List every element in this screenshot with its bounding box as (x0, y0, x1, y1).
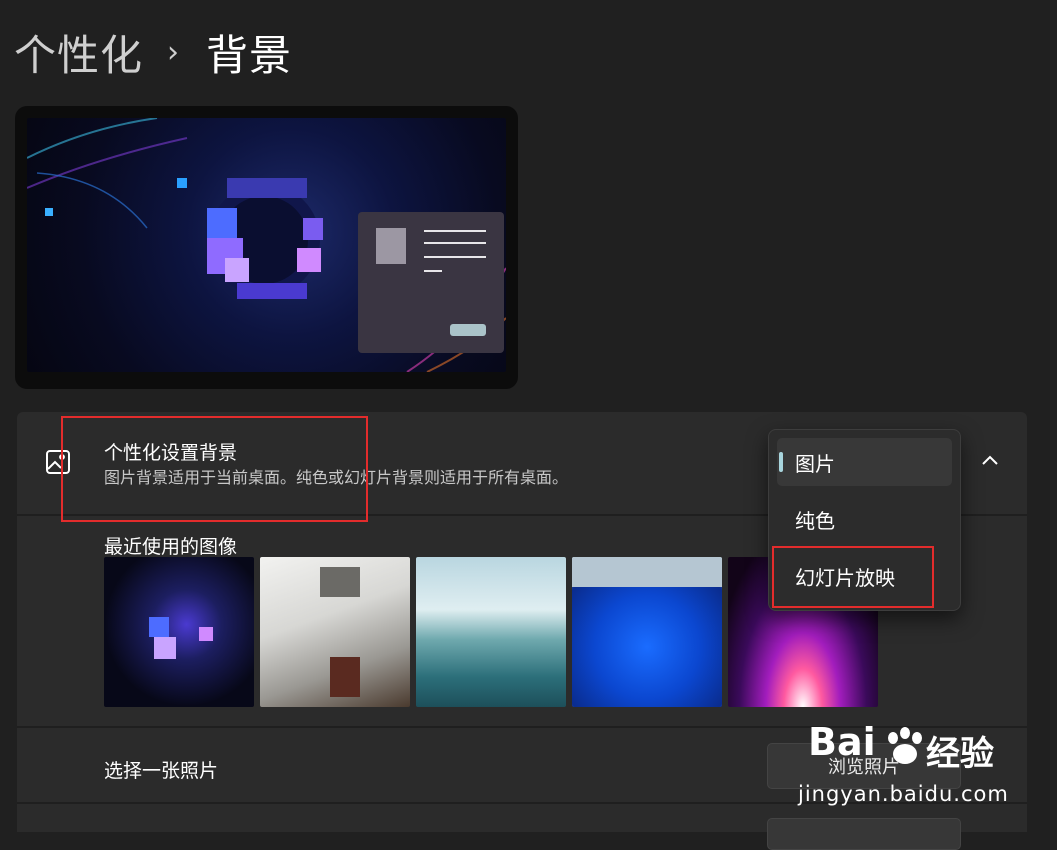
background-setting-description: 图片背景适用于当前桌面。纯色或幻灯片背景则适用于所有桌面。 (104, 468, 569, 487)
baidu-jingyan-watermark: Bai 经验 jingyan.baidu.com (798, 716, 1028, 826)
breadcrumb-parent-personalization[interactable]: 个性化 (14, 22, 143, 83)
preview-wallpaper (27, 118, 506, 372)
dropdown-option-solid-color[interactable]: 纯色 (777, 495, 952, 543)
paw-icon (888, 727, 922, 764)
breadcrumb: 个性化 › 背景 (14, 22, 292, 82)
preview-app-window (358, 212, 504, 353)
recent-image-thumbnail[interactable] (572, 557, 722, 707)
recent-image-thumbnail[interactable] (260, 557, 410, 707)
app-window-icon (376, 228, 406, 264)
watermark-url: jingyan.baidu.com (798, 782, 1009, 806)
selected-indicator (779, 452, 783, 472)
image-icon (46, 450, 70, 474)
watermark-jingyan-text: 经验 (926, 734, 994, 774)
option-label: 纯色 (795, 508, 835, 533)
page-title: 背景 (206, 30, 293, 80)
recent-image-thumbnail[interactable] (416, 557, 566, 707)
breadcrumb-separator: › (167, 34, 181, 70)
option-label: 图片 (795, 451, 835, 476)
choose-photo-label: 选择一张照片 (104, 760, 219, 782)
chevron-up-icon[interactable] (979, 450, 1001, 472)
dropdown-option-slideshow[interactable]: 幻灯片放映 (777, 552, 952, 600)
recent-image-thumbnail[interactable] (104, 557, 254, 707)
option-label: 幻灯片放映 (795, 565, 895, 590)
desktop-preview (15, 106, 518, 389)
dropdown-option-picture[interactable]: 图片 (777, 438, 952, 486)
background-type-dropdown[interactable]: 图片 纯色 幻灯片放映 (768, 429, 961, 611)
background-setting-title: 个性化设置背景 (104, 442, 238, 464)
watermark-logo-text: Bai (808, 720, 876, 764)
recent-images-label: 最近使用的图像 (104, 536, 238, 558)
